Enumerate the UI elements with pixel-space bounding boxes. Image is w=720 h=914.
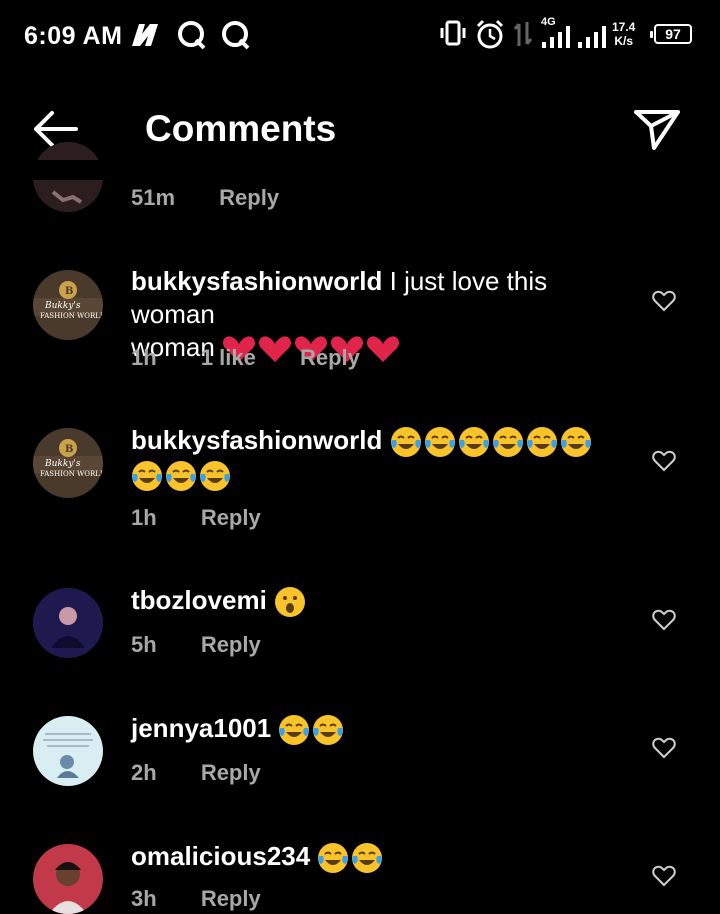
comment-meta: 2h Reply bbox=[131, 760, 299, 786]
reply-button[interactable]: Reply bbox=[201, 886, 261, 911]
reply-button[interactable]: Reply bbox=[201, 760, 261, 785]
status-time: 6:09 AM bbox=[24, 22, 123, 50]
likes-count[interactable]: 1 like bbox=[201, 345, 256, 370]
comment-time: 5h bbox=[131, 632, 157, 657]
reply-button[interactable]: Reply bbox=[201, 505, 261, 530]
avatar-brand-text: Bukky's bbox=[44, 301, 81, 311]
avatar[interactable] bbox=[33, 588, 103, 658]
comment-username[interactable]: jennya1001 bbox=[131, 713, 271, 743]
avatar-sub-text: FASHION WORLD bbox=[40, 470, 103, 478]
avatar[interactable] bbox=[33, 716, 103, 786]
svg-text:B: B bbox=[65, 286, 73, 297]
reply-button[interactable]: Reply bbox=[300, 345, 360, 370]
signal-icon bbox=[542, 26, 606, 48]
avatar[interactable]: B Bukky's FASHION WORLD bbox=[33, 270, 103, 340]
comment-body: tbozlovemi bbox=[131, 584, 631, 618]
data-transfer-icon bbox=[513, 22, 533, 46]
comment-time: 1h bbox=[131, 505, 157, 530]
surprised-emoji-icon bbox=[275, 587, 306, 618]
comment-body: jennya1001 bbox=[131, 712, 631, 746]
page-title: Comments bbox=[145, 108, 337, 149]
tears-of-joy-emoji-icon bbox=[279, 715, 310, 746]
like-heart-icon[interactable] bbox=[652, 865, 676, 887]
notification-chat-icon bbox=[178, 21, 206, 50]
battery-indicator: 97 bbox=[650, 24, 692, 44]
tears-of-joy-emoji-icon bbox=[390, 427, 421, 458]
comment-body: bukkysfashionworld bbox=[131, 424, 631, 492]
reply-button[interactable]: Reply bbox=[219, 185, 279, 210]
comment-time: 3h bbox=[131, 886, 157, 911]
tears-of-joy-emoji-icon bbox=[166, 461, 196, 492]
svg-text:B: B bbox=[65, 444, 73, 455]
comment-body: omalicious234 bbox=[131, 840, 631, 874]
avatar-brand-text: Bukky's bbox=[44, 459, 81, 469]
tears-of-joy-emoji-icon bbox=[200, 461, 230, 492]
comment-time: 1h bbox=[131, 345, 157, 370]
tears-of-joy-emoji-icon bbox=[313, 715, 344, 746]
vibrate-icon bbox=[440, 20, 466, 46]
comment-username[interactable]: bukkysfashionworld bbox=[131, 425, 382, 455]
tears-of-joy-emoji-icon bbox=[526, 427, 557, 458]
comment-username[interactable]: bukkysfashionworld bbox=[131, 266, 382, 296]
comment-time: 2h bbox=[131, 760, 157, 785]
reply-button[interactable]: Reply bbox=[201, 632, 261, 657]
avatar[interactable]: B Bukky's FASHION WORLD bbox=[33, 428, 103, 498]
comment-meta: 3h Reply bbox=[131, 886, 299, 912]
network-speed: 17.4 K/s bbox=[612, 20, 636, 48]
tears-of-joy-emoji-icon bbox=[458, 427, 489, 458]
comment-username[interactable]: omalicious234 bbox=[131, 841, 310, 871]
comment-meta: 1h Reply bbox=[131, 505, 299, 531]
tears-of-joy-emoji-icon bbox=[492, 427, 523, 458]
tears-of-joy-emoji-icon bbox=[318, 843, 349, 874]
tears-of-joy-emoji-icon bbox=[560, 427, 591, 458]
like-heart-icon[interactable] bbox=[652, 290, 676, 312]
avatar[interactable] bbox=[33, 844, 103, 914]
like-heart-icon[interactable] bbox=[652, 450, 676, 472]
tears-of-joy-emoji-icon bbox=[424, 427, 455, 458]
like-heart-icon[interactable] bbox=[652, 609, 676, 631]
avatar-sub-text: FASHION WORLD bbox=[40, 312, 103, 320]
alarm-icon bbox=[476, 19, 504, 49]
comment-time: 51m bbox=[131, 185, 176, 210]
comments-header: Comments bbox=[0, 90, 720, 170]
notification-chat-icon-2 bbox=[222, 21, 250, 50]
status-bar: 6:09 AM 4G 17.4 K/s 97 bbox=[0, 0, 720, 70]
tears-of-joy-emoji-icon bbox=[132, 461, 162, 492]
comment-meta: 1h 1 like Reply bbox=[131, 345, 398, 371]
like-heart-icon[interactable] bbox=[652, 737, 676, 759]
comment-meta: 51m Reply bbox=[131, 185, 317, 211]
comment-username[interactable]: tbozlovemi bbox=[131, 585, 267, 615]
comment-emojis bbox=[278, 713, 346, 746]
comment-emojis bbox=[317, 841, 385, 874]
notification-app-icon bbox=[132, 24, 158, 46]
comment-meta: 5h Reply bbox=[131, 632, 299, 658]
tears-of-joy-emoji-icon bbox=[352, 843, 383, 874]
send-icon[interactable] bbox=[632, 106, 682, 152]
